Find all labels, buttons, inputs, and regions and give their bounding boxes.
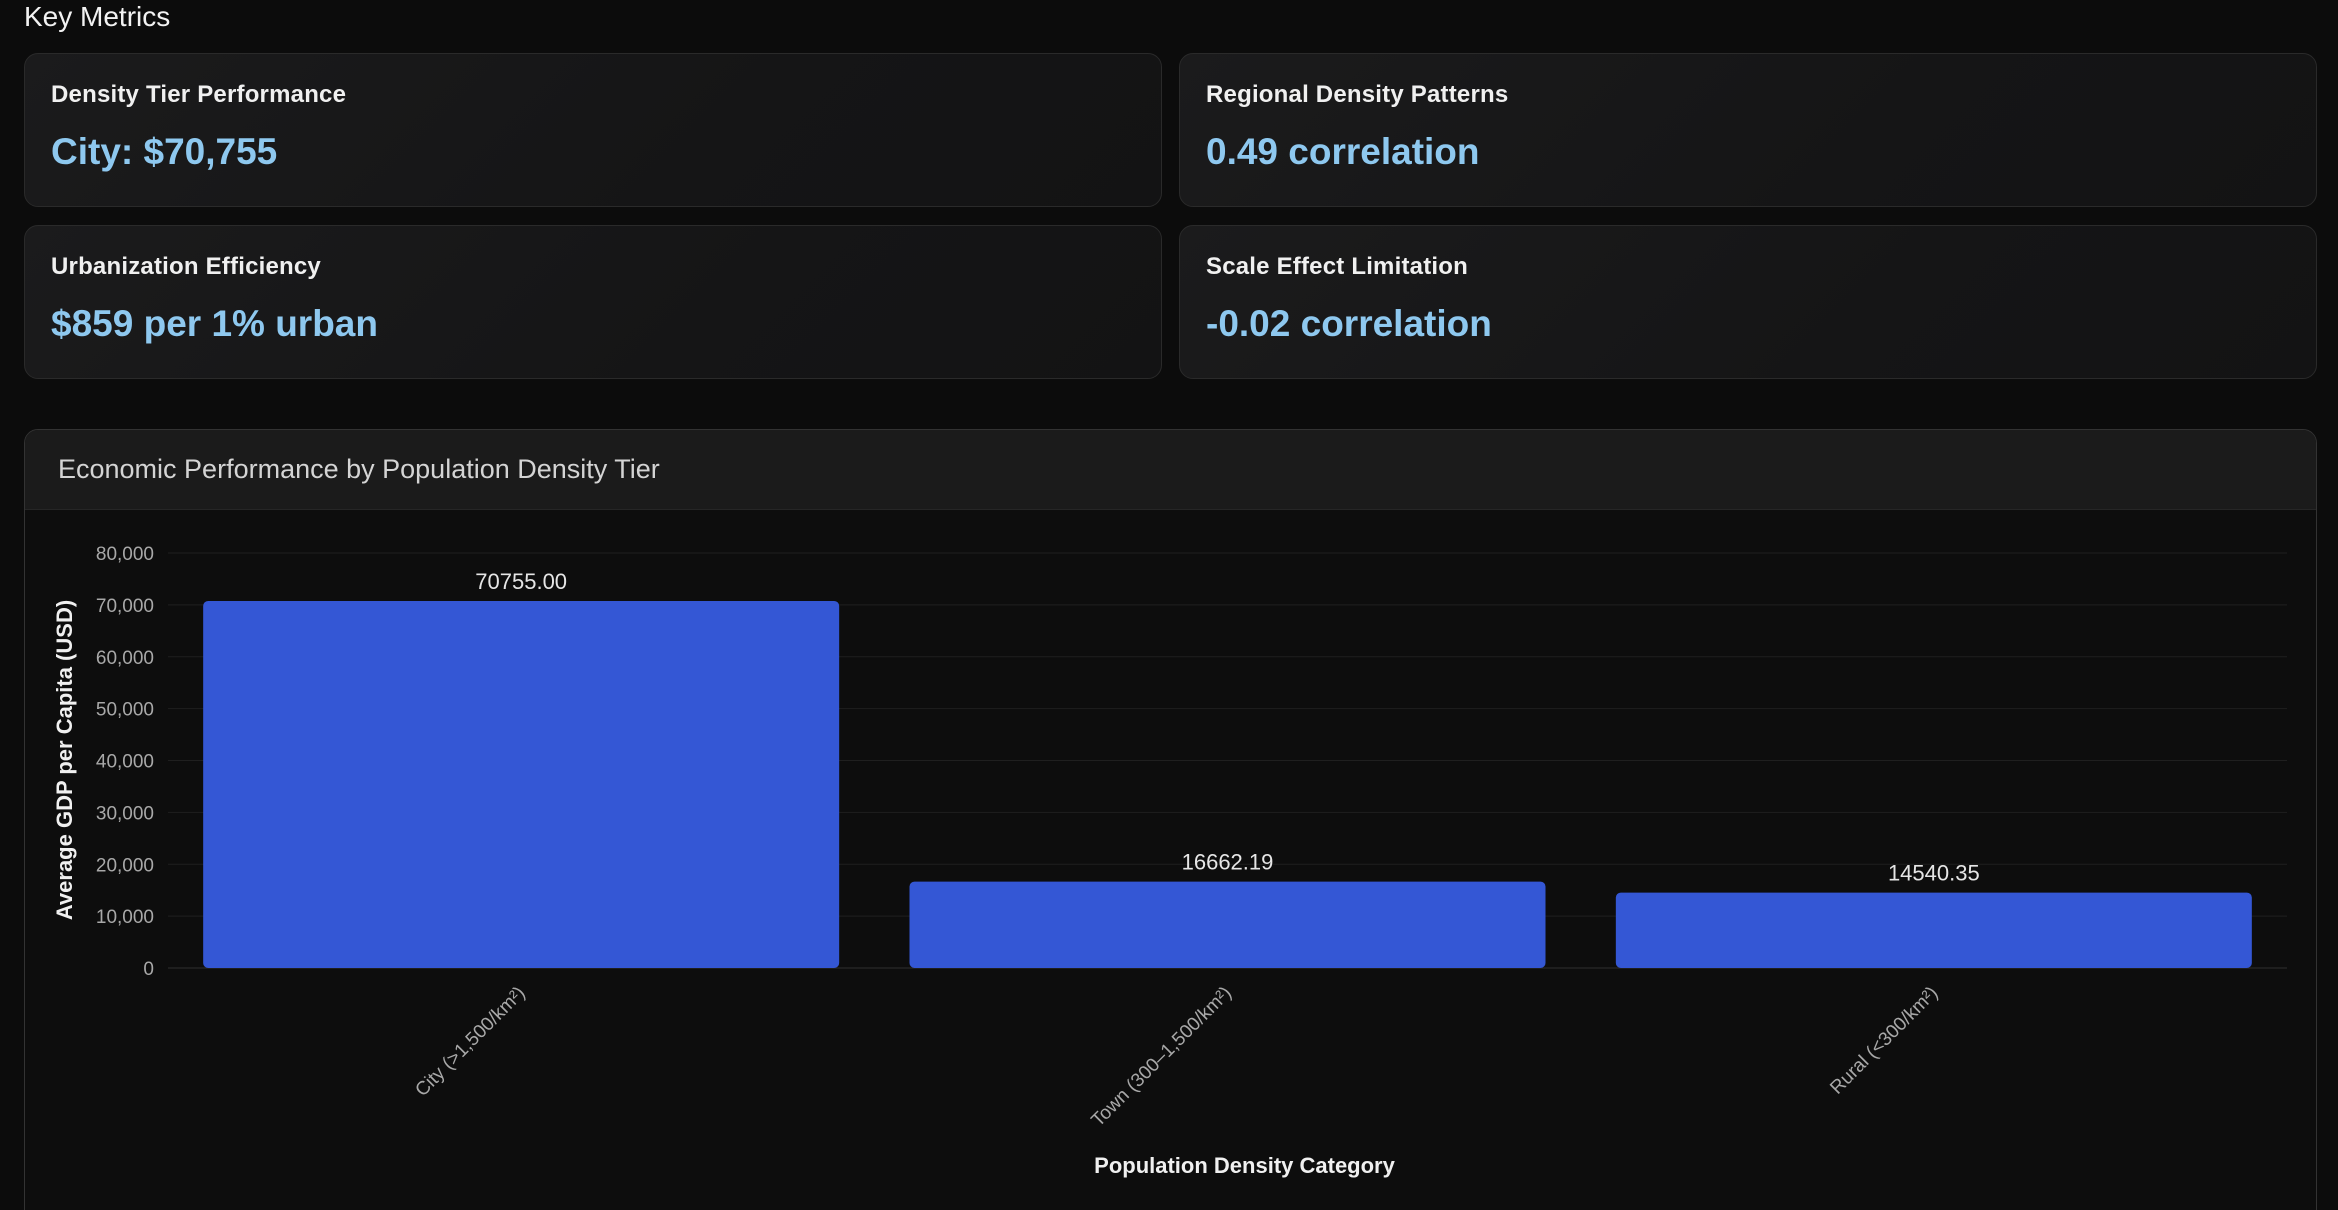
metric-card-density-tier: Density Tier Performance City: $70,755 bbox=[24, 53, 1162, 207]
metric-value: City: $70,755 bbox=[51, 131, 278, 172]
metrics-grid: Density Tier Performance City: $70,755 R… bbox=[24, 53, 2317, 379]
y-tick-label: 10,000 bbox=[96, 907, 154, 928]
data-label: 14540.35 bbox=[1888, 861, 1980, 886]
y-tick-label: 20,000 bbox=[96, 855, 154, 876]
y-tick-label: 0 bbox=[143, 959, 154, 980]
metric-label: Density Tier Performance bbox=[51, 81, 347, 108]
metric-value: $859 per 1% urban bbox=[51, 303, 378, 344]
x-tick-label: Town (300–1,500/km²) bbox=[1088, 983, 1237, 1132]
metric-card-regional-density: Regional Density Patterns 0.49 correlati… bbox=[1179, 53, 2317, 207]
y-tick-label: 60,000 bbox=[96, 648, 154, 669]
metric-card-scale-effect: Scale Effect Limitation -0.02 correlatio… bbox=[1179, 225, 2317, 379]
bar bbox=[203, 600, 840, 968]
bar-chart: 0 10,000 20,000 30,000 40,000 50,000 60,000 70,… bbox=[52, 544, 2287, 1178]
bar bbox=[909, 881, 1546, 968]
metric-value: 0.49 correlation bbox=[1206, 131, 1480, 172]
x-axis-label: Population Density Category bbox=[1094, 1153, 1395, 1178]
x-tick-label: City (>1,500/km²) bbox=[411, 983, 529, 1101]
dashboard-page: Key Metrics Density Tier Performance Cit… bbox=[0, 0, 2338, 1210]
section-title: Key Metrics bbox=[24, 1, 171, 32]
y-tick-label: 50,000 bbox=[96, 700, 154, 721]
metric-label: Urbanization Efficiency bbox=[51, 253, 321, 280]
metric-value: -0.02 correlation bbox=[1206, 303, 1492, 344]
x-tick-label: Rural (<300/km²) bbox=[1826, 983, 1942, 1099]
chart-card: Economic Performance by Population Densi… bbox=[24, 429, 2317, 1210]
y-axis-label: Average GDP per Capita (USD) bbox=[52, 600, 77, 920]
metric-label: Regional Density Patterns bbox=[1206, 81, 1509, 108]
metric-label: Scale Effect Limitation bbox=[1206, 253, 1468, 280]
y-tick-label: 80,000 bbox=[96, 544, 154, 565]
metric-card-urbanization: Urbanization Efficiency $859 per 1% urba… bbox=[24, 225, 1162, 379]
y-tick-label: 30,000 bbox=[96, 803, 154, 824]
data-label: 16662.19 bbox=[1182, 850, 1274, 875]
y-tick-label: 40,000 bbox=[96, 752, 154, 773]
y-tick-label: 70,000 bbox=[96, 596, 154, 617]
bar bbox=[1615, 892, 2252, 968]
data-label: 70755.00 bbox=[475, 569, 567, 594]
